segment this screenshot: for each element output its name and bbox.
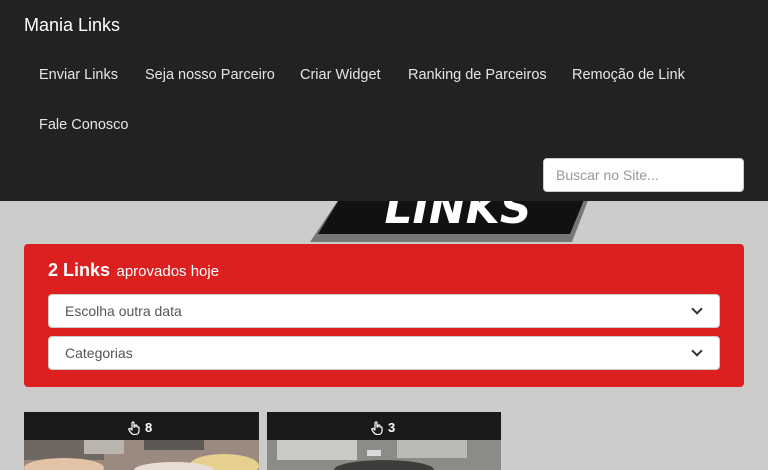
hand-pointer-icon <box>128 420 140 435</box>
links-count: 2 Links <box>48 260 111 280</box>
chevron-down-icon <box>691 303 703 315</box>
nav-enviar-links[interactable]: Enviar Links <box>39 66 118 84</box>
likes-count: 3 <box>388 420 396 435</box>
date-select[interactable]: Escolha outra data <box>48 294 720 328</box>
card-likes: 8 <box>128 420 152 435</box>
date-select-value: Escolha outra data <box>65 303 182 319</box>
nav-fale-conosco[interactable]: Fale Conosco <box>39 116 128 134</box>
link-card[interactable]: 8 <box>24 412 259 470</box>
category-select[interactable]: Categorias <box>48 336 720 370</box>
chevron-down-icon <box>691 345 703 357</box>
nav-remocao-link[interactable]: Remoção de Link <box>572 66 685 84</box>
top-navbar: Mania Links Enviar Links Seja nosso Parc… <box>0 0 768 201</box>
card-thumbnail[interactable] <box>24 440 259 470</box>
links-count-suffix: aprovados hoje <box>116 263 220 280</box>
daily-links-panel: 2 Links aprovados hoje Escolha outra dat… <box>24 244 744 387</box>
brand-link[interactable]: Mania Links <box>24 14 120 36</box>
search-input[interactable] <box>543 158 744 192</box>
likes-count: 8 <box>145 420 153 435</box>
panel-title: 2 Links aprovados hoje <box>48 260 219 281</box>
hand-pointer-icon <box>371 420 383 435</box>
nav-seja-parceiro[interactable]: Seja nosso Parceiro <box>145 66 275 84</box>
card-thumbnail[interactable] <box>267 440 501 470</box>
card-likes: 3 <box>371 420 395 435</box>
category-select-value: Categorias <box>65 345 133 361</box>
nav-ranking-parceiros[interactable]: Ranking de Parceiros <box>408 66 547 84</box>
link-card[interactable]: 3 <box>267 412 501 470</box>
nav-criar-widget[interactable]: Criar Widget <box>300 66 381 84</box>
